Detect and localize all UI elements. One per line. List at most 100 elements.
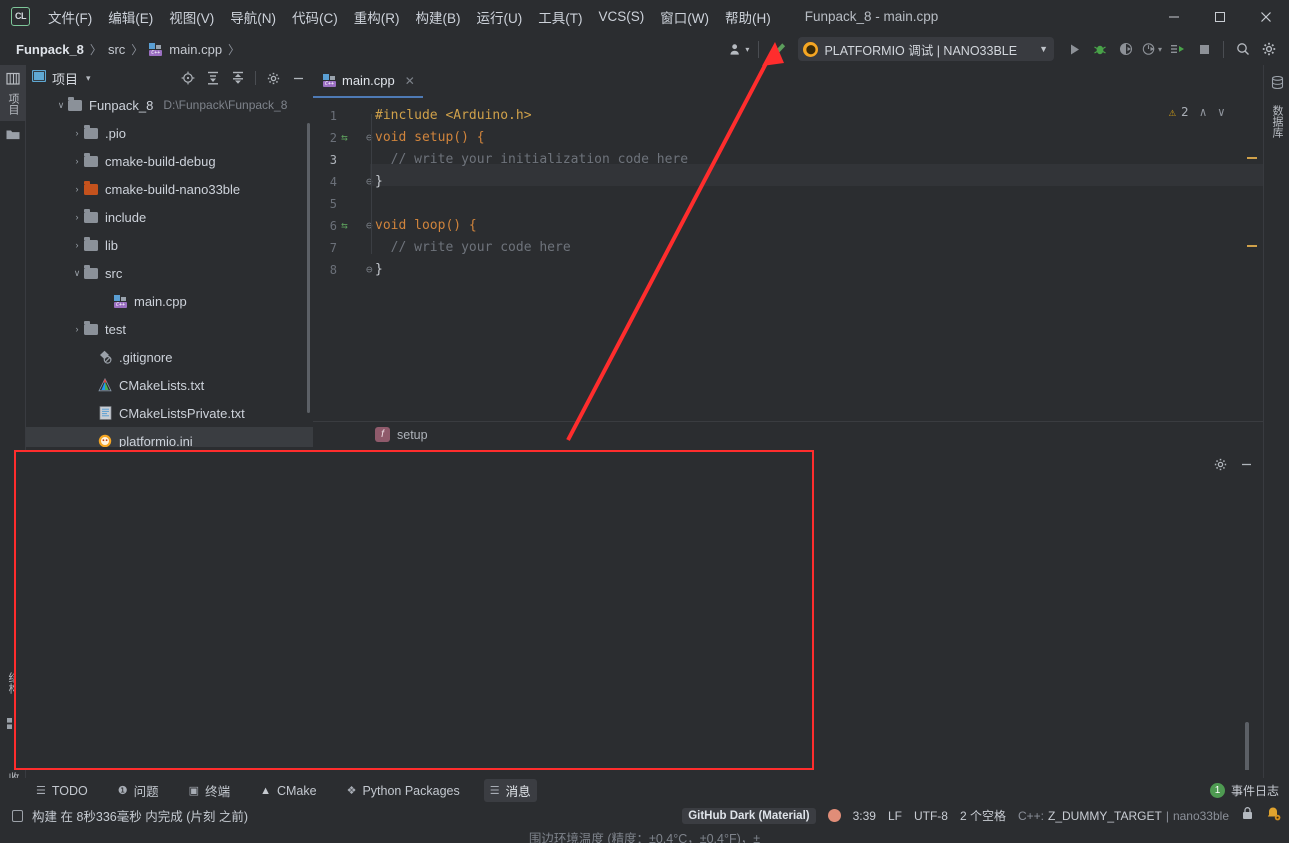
tree-node-label: cmake-build-nano33ble [105, 181, 241, 197]
bottom-tab-python-packages[interactable]: ❖ Python Packages [341, 782, 466, 800]
menu-item-window[interactable]: 窗口(W) [652, 4, 717, 30]
project-panel: 项目 ▾ ∨ Funpack_8 D:\Funpack\Funpack_8 › … [26, 65, 313, 447]
tree-node-cmakelists-private[interactable]: CMakeListsPrivate.txt [26, 399, 313, 427]
stop-icon[interactable] [1192, 37, 1216, 61]
error-stripe-marker[interactable] [1247, 157, 1257, 159]
bottom-tab-terminal[interactable]: ▣ 终端 [183, 779, 236, 802]
hide-panel-icon[interactable] [287, 67, 309, 89]
chevron-right-icon[interactable]: › [70, 324, 84, 334]
run-gutter-icon[interactable]: ⇆ [341, 219, 348, 232]
cmake-file-icon [98, 378, 112, 392]
line-separator[interactable]: LF [888, 809, 902, 823]
bottom-tab-messages[interactable]: ☰ 消息 [483, 779, 537, 802]
editor-tab-main-cpp[interactable]: C++ main.cpp ✕ [313, 65, 423, 98]
caret-position[interactable]: 3:39 [853, 809, 876, 823]
collapse-all-icon[interactable] [227, 67, 249, 89]
chevron-down-icon[interactable]: ∨ [70, 268, 84, 279]
file-encoding[interactable]: UTF-8 [914, 809, 948, 823]
editor-breadcrumb-label[interactable]: setup [397, 428, 428, 442]
tree-node-pio[interactable]: › .pio [26, 119, 313, 147]
tree-node-cmakelists[interactable]: CMakeLists.txt [26, 371, 313, 399]
breadcrumb-file[interactable]: main.cpp [169, 42, 222, 57]
event-log-button[interactable]: 1 事件日志 [1209, 778, 1279, 803]
minimize-button[interactable] [1151, 0, 1197, 33]
lock-icon[interactable] [1241, 806, 1254, 825]
run-icon[interactable] [1062, 37, 1086, 61]
tree-node-lib[interactable]: › lib [26, 231, 313, 259]
chevron-down-icon[interactable]: ∨ [1218, 105, 1225, 119]
chevron-down-icon[interactable]: ▾ [86, 73, 91, 84]
breadcrumb-project[interactable]: Funpack_8 [16, 42, 84, 57]
bottom-tab-problems[interactable]: ❶ 问题 [112, 779, 165, 802]
menu-item-view[interactable]: 视图(V) [161, 4, 222, 30]
menu-item-help[interactable]: 帮助(H) [717, 4, 779, 30]
build-hammer-icon[interactable] [766, 37, 790, 61]
menu-item-edit[interactable]: 编辑(E) [100, 4, 161, 30]
notification-bell-icon[interactable] [1266, 806, 1281, 826]
tree-node-test[interactable]: › test [26, 315, 313, 343]
console-scrollbar[interactable] [1245, 722, 1249, 770]
status-message[interactable]: 构建 在 8秒336毫秒 内完成 (片刻 之前) [32, 806, 248, 825]
attach-process-icon[interactable] [1166, 37, 1190, 61]
status-theme[interactable]: GitHub Dark (Material) [682, 807, 816, 824]
project-tree-scrollbar[interactable] [307, 123, 310, 413]
tree-node-label: test [105, 321, 126, 337]
vcs-user-icon[interactable]: ▾ [727, 37, 751, 61]
chevron-right-icon[interactable]: › [70, 212, 84, 222]
profiler-icon[interactable]: ▾ [1140, 37, 1164, 61]
cmake-icon: ▲ [260, 784, 271, 797]
settings-gear-icon[interactable] [1257, 37, 1281, 61]
inspection-widget[interactable]: ⚠ 2 ∧ ∨ [1169, 104, 1225, 119]
indent-setting[interactable]: 2 个空格 [960, 807, 1006, 824]
chevron-down-icon[interactable]: ∨ [54, 100, 68, 111]
sidebar-tab-database[interactable]: 数据库 [1264, 93, 1289, 149]
scroll-from-source-icon[interactable] [177, 67, 199, 89]
debug-icon[interactable] [1088, 37, 1112, 61]
bottom-tab-cmake[interactable]: ▲ CMake [254, 782, 322, 800]
commit-folder-icon[interactable] [0, 123, 26, 145]
close-icon[interactable]: ✕ [405, 74, 415, 88]
expand-all-icon[interactable] [202, 67, 224, 89]
close-button[interactable] [1243, 0, 1289, 33]
run-gutter-icon[interactable]: ⇆ [341, 131, 348, 144]
menu-item-vcs[interactable]: VCS(S) [591, 6, 653, 27]
editor-gutter[interactable]: 1 2 3 4 5 6 7 8 ⇆ ⇆ ⊖ ⊖ ⊖ ⊖ [313, 98, 373, 447]
tree-node-include[interactable]: › include [26, 203, 313, 231]
tree-node-cmake-build-debug[interactable]: › cmake-build-debug [26, 147, 313, 175]
panel-settings-icon[interactable] [262, 67, 284, 89]
toolchain-name[interactable]: nano33ble [1173, 809, 1229, 823]
sidebar-tab-project[interactable]: 项目 [0, 65, 26, 121]
project-tree[interactable]: ∨ Funpack_8 D:\Funpack\Funpack_8 › .pio … [26, 91, 313, 447]
tree-node-gitignore[interactable]: .gitignore [26, 343, 313, 371]
menu-item-run[interactable]: 运行(U) [469, 4, 531, 30]
chevron-right-icon[interactable]: › [70, 128, 84, 138]
code-editor[interactable]: 1 2 3 4 5 6 7 8 ⇆ ⇆ ⊖ ⊖ ⊖ ⊖ #include <Ar… [313, 98, 1263, 447]
folder-icon [84, 320, 98, 335]
tree-node-funpack8[interactable]: ∨ Funpack_8 D:\Funpack\Funpack_8 [26, 91, 313, 119]
menu-item-file[interactable]: 文件(F) [40, 4, 100, 30]
chevron-right-icon[interactable]: › [70, 240, 84, 250]
tree-node-platformio-ini[interactable]: platformio.ini [26, 427, 313, 447]
maximize-button[interactable] [1197, 0, 1243, 33]
breadcrumb-folder[interactable]: src [108, 42, 125, 57]
menu-item-refactor[interactable]: 重构(R) [346, 4, 408, 30]
fold-icon[interactable]: ⊖ [366, 263, 373, 276]
tree-node-cmake-build-nano33ble[interactable]: › cmake-build-nano33ble [26, 175, 313, 203]
chevron-up-icon[interactable]: ∧ [1200, 105, 1207, 119]
search-everywhere-icon[interactable] [1231, 37, 1255, 61]
tree-node-label: Funpack_8 [89, 97, 154, 113]
editor-area: C++ main.cpp ✕ 1 2 3 4 5 6 7 8 ⇆ ⇆ ⊖ ⊖ ⊖ [313, 65, 1263, 447]
bottom-tab-todo[interactable]: ☰ TODO [30, 782, 94, 800]
menu-item-build[interactable]: 构建(B) [408, 4, 469, 30]
menu-item-code[interactable]: 代码(C) [284, 4, 346, 30]
menu-item-navigate[interactable]: 导航(N) [222, 4, 284, 30]
run-with-coverage-icon[interactable] [1114, 37, 1138, 61]
tree-node-main-cpp[interactable]: C++ main.cpp [26, 287, 313, 315]
run-configuration-selector[interactable]: ⬤ PLATFORMIO 调试 | NANO33BLE ▼ [798, 37, 1054, 61]
build-target[interactable]: Z_DUMMY_TARGET [1048, 809, 1162, 823]
tree-node-src[interactable]: ∨ src [26, 259, 313, 287]
chevron-right-icon[interactable]: › [70, 156, 84, 166]
chevron-right-icon[interactable]: › [70, 184, 84, 194]
menu-item-tools[interactable]: 工具(T) [530, 4, 590, 30]
error-stripe-marker[interactable] [1247, 245, 1257, 247]
